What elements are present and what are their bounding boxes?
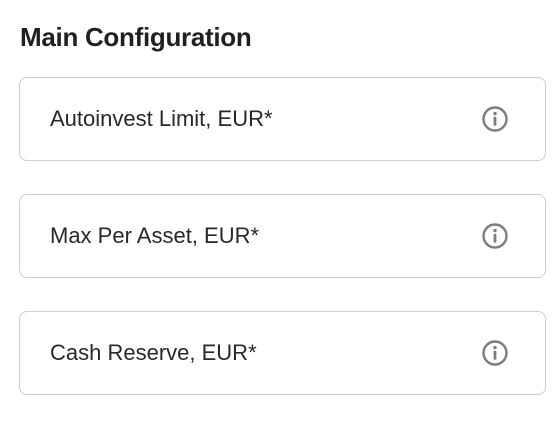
info-icon[interactable]: [481, 105, 509, 133]
max-per-asset-label: Max Per Asset, EUR*: [50, 223, 260, 248]
main-configuration-panel: Main Configuration Autoinvest Limit, EUR…: [0, 0, 560, 422]
info-icon[interactable]: [481, 339, 509, 367]
max-per-asset-field[interactable]: Max Per Asset, EUR*: [19, 194, 546, 278]
cash-reserve-field[interactable]: Cash Reserve, EUR*: [19, 311, 546, 395]
autoinvest-limit-field[interactable]: Autoinvest Limit, EUR*: [19, 77, 546, 161]
autoinvest-limit-label: Autoinvest Limit, EUR*: [50, 106, 273, 131]
section-title: Main Configuration: [20, 22, 252, 52]
info-icon[interactable]: [481, 222, 509, 250]
cash-reserve-label: Cash Reserve, EUR*: [50, 340, 257, 365]
